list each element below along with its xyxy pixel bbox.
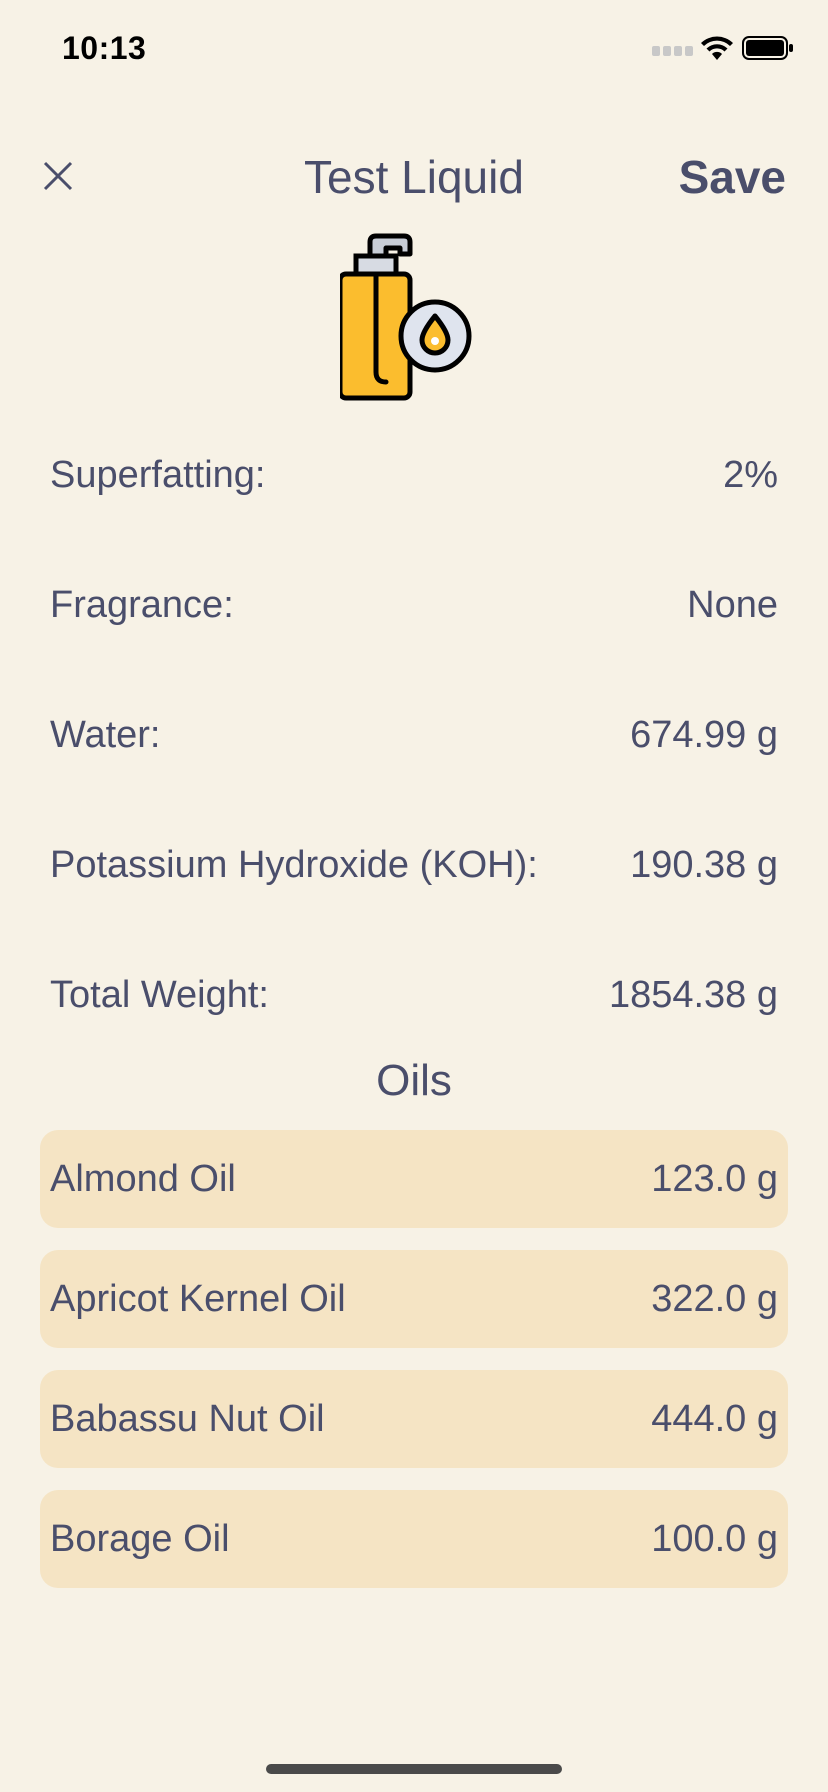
detail-value: 2% (723, 454, 778, 496)
recipe-details: Superfatting: 2% Fragrance: None Water: … (50, 410, 778, 1060)
oil-weight: 100.0 g (651, 1517, 778, 1560)
detail-row-water: Water: 674.99 g (50, 670, 778, 800)
oils-list: Almond Oil 123.0 g Apricot Kernel Oil 32… (40, 1130, 788, 1610)
oils-section-title: Oils (376, 1056, 452, 1105)
oil-weight: 123.0 g (651, 1157, 778, 1200)
detail-value: 190.38 g (630, 844, 778, 886)
wifi-icon (701, 36, 733, 60)
detail-value: 1854.38 g (608, 974, 778, 1016)
oil-item-apricot-kernel[interactable]: Apricot Kernel Oil 322.0 g (40, 1250, 788, 1348)
detail-label: Water: (50, 714, 161, 756)
detail-row-fragrance: Fragrance: None (50, 540, 778, 670)
status-time: 10:13 (62, 30, 147, 66)
oil-name: Babassu Nut Oil (50, 1397, 325, 1440)
oil-item-babassu-nut[interactable]: Babassu Nut Oil 444.0 g (40, 1370, 788, 1468)
oil-name: Borage Oil (50, 1517, 230, 1560)
detail-value: 674.99 g (630, 714, 778, 756)
detail-value: None (687, 584, 778, 626)
detail-label: Potassium Hydroxide (KOH): (50, 844, 538, 886)
oil-weight: 322.0 g (651, 1277, 778, 1320)
navigation-bar: Test Liquid Save (0, 140, 828, 220)
oil-name: Almond Oil (50, 1157, 236, 1200)
liquid-soap-pump-bottle-icon (340, 233, 472, 401)
status-bar: 10:13 (0, 0, 828, 100)
detail-row-koh: Potassium Hydroxide (KOH): 190.38 g (50, 800, 778, 930)
detail-label: Total Weight: (50, 974, 269, 1016)
home-indicator[interactable] (266, 1764, 562, 1774)
oil-name: Apricot Kernel Oil (50, 1277, 346, 1320)
oil-item-borage[interactable]: Borage Oil 100.0 g (40, 1490, 788, 1588)
save-button[interactable]: Save (679, 150, 786, 204)
battery-icon (742, 36, 793, 60)
detail-label: Fragrance: (50, 584, 234, 626)
detail-row-superfatting: Superfatting: 2% (50, 410, 778, 540)
cellular-signal-icon (652, 46, 693, 56)
detail-label: Superfatting: (50, 454, 266, 496)
oil-item-almond[interactable]: Almond Oil 123.0 g (40, 1130, 788, 1228)
detail-row-total-weight: Total Weight: 1854.38 g (50, 930, 778, 1060)
oil-weight: 444.0 g (651, 1397, 778, 1440)
